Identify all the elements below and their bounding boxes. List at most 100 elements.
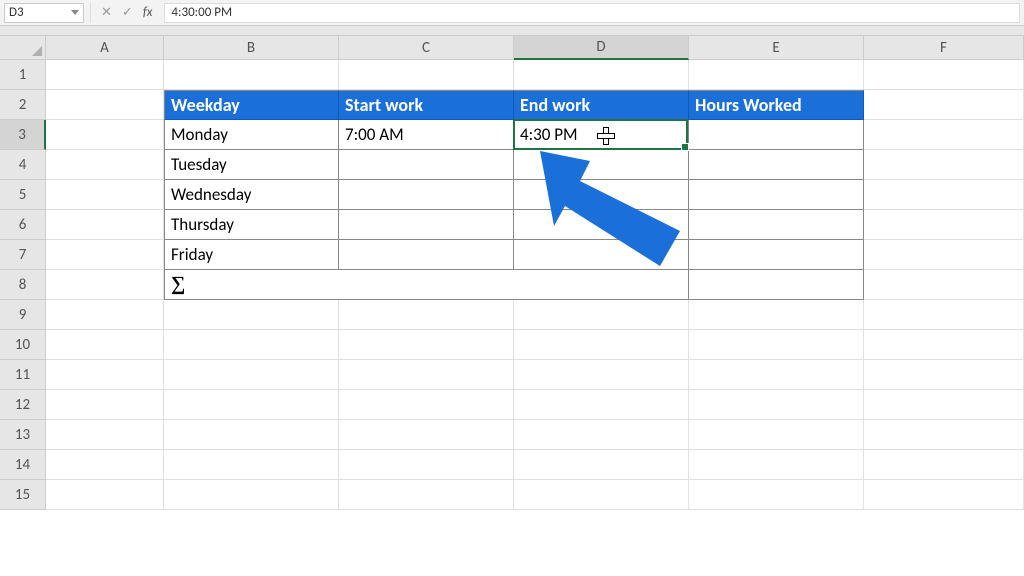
cell-A1[interactable]	[46, 60, 164, 90]
cell-B7[interactable]: Friday	[164, 240, 339, 270]
confirm-icon[interactable]: ✓	[122, 5, 133, 20]
cell[interactable]	[46, 300, 164, 330]
cell-E5[interactable]	[689, 180, 864, 210]
cell-E8[interactable]	[689, 270, 864, 300]
cell-E7[interactable]	[689, 240, 864, 270]
cell-A3[interactable]	[46, 120, 164, 150]
cell-F1[interactable]	[864, 60, 1024, 90]
cell-F5[interactable]	[864, 180, 1024, 210]
cell[interactable]	[864, 480, 1024, 510]
cell-F6[interactable]	[864, 210, 1024, 240]
cell-B4[interactable]: Tuesday	[164, 150, 339, 180]
cell[interactable]	[689, 480, 864, 510]
cell-A7[interactable]	[46, 240, 164, 270]
cell-A2[interactable]	[46, 90, 164, 120]
row-header[interactable]: 6	[0, 210, 46, 240]
row-header[interactable]: 2	[0, 90, 46, 120]
col-header-C[interactable]: C	[339, 36, 514, 60]
cell[interactable]	[164, 390, 339, 420]
row-header[interactable]: 10	[0, 330, 46, 360]
cell[interactable]	[514, 330, 689, 360]
cell[interactable]	[514, 360, 689, 390]
cell-E1[interactable]	[689, 60, 864, 90]
cell[interactable]	[46, 330, 164, 360]
cell-E6[interactable]	[689, 210, 864, 240]
chevron-down-icon[interactable]	[71, 10, 79, 15]
cell-D6[interactable]	[514, 210, 689, 240]
cell-D8[interactable]	[514, 270, 689, 300]
cell-A6[interactable]	[46, 210, 164, 240]
cell[interactable]	[46, 480, 164, 510]
cell[interactable]	[46, 420, 164, 450]
cell[interactable]	[46, 390, 164, 420]
cell[interactable]	[164, 480, 339, 510]
cell-C7[interactable]	[339, 240, 514, 270]
cell[interactable]	[339, 390, 514, 420]
col-header-F[interactable]: F	[864, 36, 1024, 60]
cell[interactable]	[864, 420, 1024, 450]
col-header-B[interactable]: B	[164, 36, 339, 60]
row-header[interactable]: 12	[0, 390, 46, 420]
cell[interactable]	[164, 330, 339, 360]
cell-F7[interactable]	[864, 240, 1024, 270]
cell[interactable]	[689, 330, 864, 360]
cell-E4[interactable]	[689, 150, 864, 180]
table-header-hours[interactable]: Hours Worked	[689, 90, 864, 120]
cell[interactable]	[164, 450, 339, 480]
cell[interactable]	[689, 450, 864, 480]
row-header[interactable]: 9	[0, 300, 46, 330]
cell-C1[interactable]	[339, 60, 514, 90]
row-header[interactable]: 15	[0, 480, 46, 510]
cell[interactable]	[514, 300, 689, 330]
cell-F8[interactable]	[864, 270, 1024, 300]
cancel-icon[interactable]: ✕	[101, 5, 112, 20]
col-header-E[interactable]: E	[689, 36, 864, 60]
cell-B8-sum[interactable]: ∑	[164, 270, 339, 300]
table-header-weekday[interactable]: Weekday	[164, 90, 339, 120]
cell-F4[interactable]	[864, 150, 1024, 180]
fx-icon[interactable]: fx	[143, 5, 153, 20]
cell[interactable]	[339, 300, 514, 330]
col-header-A[interactable]: A	[46, 36, 164, 60]
cell-D5[interactable]	[514, 180, 689, 210]
cell-D4[interactable]	[514, 150, 689, 180]
cell-A4[interactable]	[46, 150, 164, 180]
cell-F2[interactable]	[864, 90, 1024, 120]
cell-C6[interactable]	[339, 210, 514, 240]
table-header-end[interactable]: End work	[514, 90, 689, 120]
cell-C4[interactable]	[339, 150, 514, 180]
cell[interactable]	[864, 360, 1024, 390]
cell[interactable]	[864, 330, 1024, 360]
formula-input[interactable]: 4:30:00 PM	[164, 3, 1020, 23]
cell[interactable]	[164, 420, 339, 450]
cell[interactable]	[689, 390, 864, 420]
cell-C5[interactable]	[339, 180, 514, 210]
cell-A5[interactable]	[46, 180, 164, 210]
row-header[interactable]: 5	[0, 180, 46, 210]
cell[interactable]	[864, 450, 1024, 480]
row-header[interactable]: 13	[0, 420, 46, 450]
row-header[interactable]: 8	[0, 270, 46, 300]
cell[interactable]	[689, 420, 864, 450]
cell-D3[interactable]: 4:30 PM	[514, 120, 689, 150]
cell-F3[interactable]	[864, 120, 1024, 150]
cell[interactable]	[864, 390, 1024, 420]
cell[interactable]	[339, 480, 514, 510]
select-all-corner[interactable]	[0, 36, 46, 60]
cell[interactable]	[689, 300, 864, 330]
cell[interactable]	[689, 360, 864, 390]
cell-A8[interactable]	[46, 270, 164, 300]
name-box[interactable]: D3	[4, 3, 84, 23]
cell[interactable]	[514, 450, 689, 480]
cell[interactable]	[46, 450, 164, 480]
cell[interactable]	[514, 480, 689, 510]
cell[interactable]	[164, 360, 339, 390]
cell[interactable]	[339, 330, 514, 360]
cell-D1[interactable]	[514, 60, 689, 90]
cell[interactable]	[514, 390, 689, 420]
cell-D7[interactable]	[514, 240, 689, 270]
cell-C3[interactable]: 7:00 AM	[339, 120, 514, 150]
cell[interactable]	[164, 300, 339, 330]
col-header-D[interactable]: D	[514, 36, 689, 60]
row-header[interactable]: 7	[0, 240, 46, 270]
